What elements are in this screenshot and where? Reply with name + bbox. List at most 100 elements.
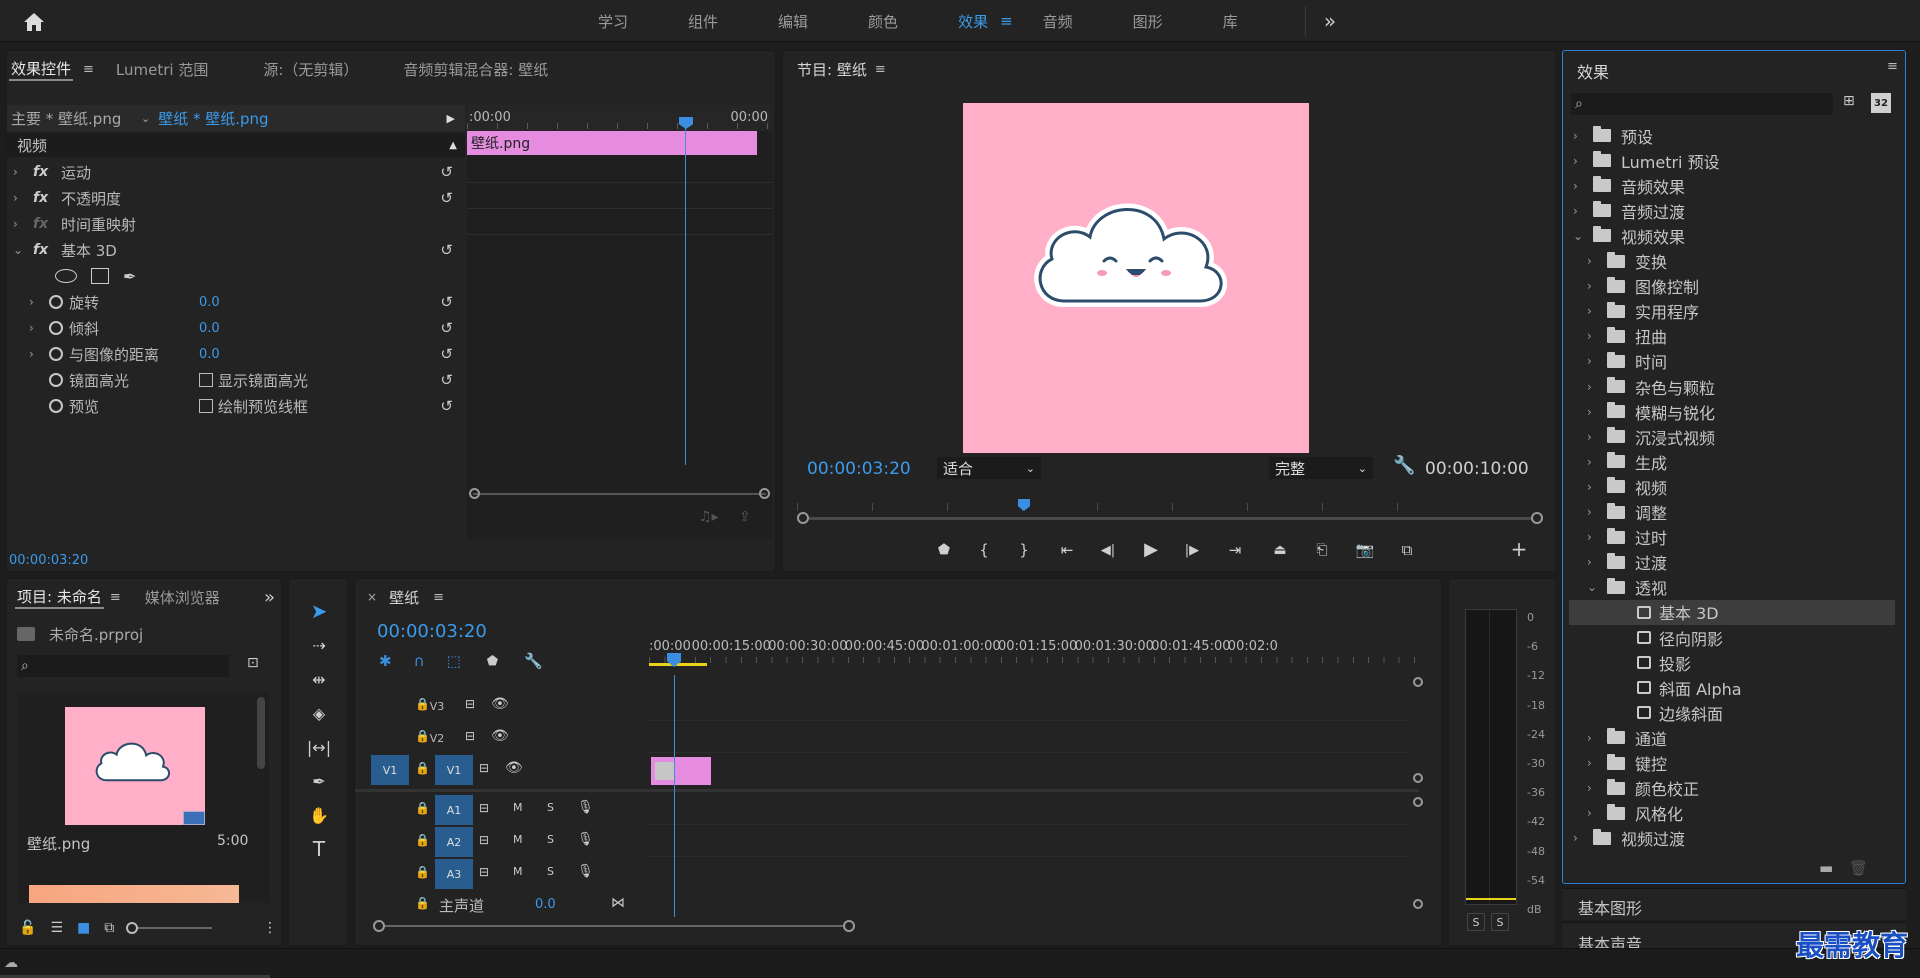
hand-tool-icon[interactable]: ✋ <box>305 801 333 829</box>
effects-tree-item[interactable]: › 变换 <box>1569 249 1895 274</box>
effects-tree-item[interactable]: › 通道 <box>1569 725 1895 750</box>
linked-selection-icon[interactable]: ⬚ <box>447 652 461 670</box>
expand-chevron-icon[interactable]: › <box>1587 756 1601 770</box>
tab-lumetri-scopes[interactable]: Lumetri 范围 <box>116 59 208 80</box>
wireframe-checkbox[interactable] <box>199 399 213 413</box>
expand-chevron-icon[interactable]: › <box>13 165 27 179</box>
expand-chevron-icon[interactable]: › <box>1587 405 1601 419</box>
collapse-section-icon[interactable]: ▲ <box>449 140 457 151</box>
track-target[interactable]: V2 <box>421 725 453 751</box>
fit-dropdown[interactable]: 适合 ⌄ <box>937 457 1041 479</box>
video-vscroll-top[interactable] <box>1413 677 1423 687</box>
settings-wrench-icon[interactable]: 🔧 <box>1393 455 1415 476</box>
program-zoom-bar[interactable] <box>803 517 1543 520</box>
mute-button[interactable]: M <box>513 801 523 814</box>
tab-project[interactable]: 项目: 未命名 <box>15 586 104 609</box>
effects-tree-item[interactable]: › 时间 <box>1569 349 1895 374</box>
timeline-ruler[interactable]: :00:00 00:00:15:00 00:00:30:00 00:00:45:00 0… <box>649 631 1419 667</box>
panel-menu-icon[interactable]: ≡ <box>83 62 94 77</box>
audio-vscroll-bottom[interactable] <box>1413 899 1423 909</box>
mark-out-icon[interactable]: } <box>1013 539 1035 561</box>
mark-in-icon[interactable]: { <box>973 539 995 561</box>
panel-menu-icon[interactable]: ≡ <box>875 62 886 77</box>
tab-source[interactable]: 源:（无剪辑） <box>263 59 358 80</box>
rectangle-mask-icon[interactable] <box>91 268 109 284</box>
expand-chevron-icon[interactable]: › <box>1587 731 1601 745</box>
panel-menu-icon[interactable]: ≡ <box>110 590 121 605</box>
program-playhead-timecode[interactable]: 00:00:03:20 <box>807 459 911 479</box>
play-audio-icon[interactable]: ♫▸ <box>699 509 719 525</box>
track-target[interactable]: A2 <box>435 827 473 857</box>
zoom-slider[interactable] <box>126 922 213 934</box>
tab-media-browser[interactable]: 媒体浏览器 <box>145 587 221 608</box>
solo-button[interactable]: S <box>547 833 554 846</box>
zoom-handle-left[interactable] <box>797 512 809 524</box>
mute-button[interactable]: M <box>513 865 523 878</box>
expand-chevron-icon[interactable]: › <box>1573 204 1587 218</box>
effects-tree-item[interactable]: › 键控 <box>1569 751 1895 776</box>
expand-chevron-icon[interactable]: › <box>29 321 43 335</box>
go-to-in-icon[interactable]: ⇤ <box>1055 539 1079 561</box>
scroll-handle-left[interactable] <box>469 488 480 499</box>
sync-lock-icon[interactable]: ⊟ <box>479 865 489 879</box>
effects-tree-item[interactable]: 径向阴影 <box>1569 625 1895 650</box>
track-lane[interactable] <box>649 723 1409 753</box>
expand-chevron-icon[interactable]: › <box>1587 279 1601 293</box>
essential-graphics-section[interactable]: 基本图形 <box>1562 888 1906 920</box>
step-back-icon[interactable]: ◀| <box>1097 539 1119 561</box>
sync-lock-icon[interactable]: ⊟ <box>479 801 489 815</box>
quality-dropdown[interactable]: 完整 ⌄ <box>1269 457 1373 479</box>
expand-chevron-icon[interactable]: › <box>29 347 43 361</box>
clip-dropdown-icon[interactable]: ⌄ <box>141 112 150 125</box>
microphone-icon[interactable]: 🎙 <box>577 832 594 847</box>
solo-left-button[interactable]: S <box>1467 913 1485 931</box>
expand-chevron-icon[interactable]: › <box>1587 430 1601 444</box>
effects-tree-item[interactable]: › 音频过渡 <box>1569 198 1895 223</box>
track-lane[interactable] <box>649 827 1409 857</box>
track-target[interactable]: V1 <box>435 755 473 785</box>
mute-button[interactable]: M <box>513 833 523 846</box>
effects-tree-item[interactable]: › 音频效果 <box>1569 173 1895 198</box>
track-lock-icon[interactable]: 🔒 <box>415 865 430 879</box>
project-item-thumbnail[interactable] <box>65 707 205 825</box>
expand-chevron-icon[interactable]: › <box>1573 831 1587 845</box>
param-value[interactable]: 0.0 <box>199 347 220 362</box>
effects-tree-item[interactable]: › 视频过渡 <box>1569 826 1895 851</box>
icon-view-icon[interactable]: ■ <box>77 920 90 936</box>
project-search-input[interactable] <box>32 658 229 674</box>
ellipse-mask-icon[interactable] <box>55 269 77 283</box>
master-value[interactable]: 0.0 <box>535 897 556 912</box>
workspace-audio[interactable]: 音频 <box>1031 11 1103 32</box>
track-lock-icon[interactable]: 🔒 <box>415 761 430 775</box>
more-panels-icon[interactable]: » <box>264 587 275 608</box>
effects-tree-item[interactable]: ⌄ 透视 <box>1569 575 1895 600</box>
pen-mask-icon[interactable]: ✒ <box>123 267 136 286</box>
selection-tool-icon[interactable]: ➤ <box>305 597 333 625</box>
effects-tree-item[interactable]: › 调整 <box>1569 500 1895 525</box>
effect-row-opacity[interactable]: › fx 不透明度 ↺ <box>7 185 465 211</box>
collapse-chevron-icon[interactable]: ⌄ <box>1573 229 1587 243</box>
track-lock-icon[interactable]: 🔒 <box>415 833 430 847</box>
workspace-libraries[interactable]: 库 <box>1193 11 1268 32</box>
effects-panel-title[interactable]: 效果 <box>1577 59 1609 83</box>
effects-tree-item[interactable]: › 过渡 <box>1569 550 1895 575</box>
compare-view-icon[interactable]: ⧉ <box>1395 539 1419 561</box>
type-tool-icon[interactable]: T <box>305 835 333 863</box>
track-target[interactable]: A1 <box>435 795 473 825</box>
workspace-color[interactable]: 颜色 <box>838 11 928 32</box>
project-item-thumbnail-2[interactable] <box>29 885 239 903</box>
more-options-icon[interactable]: ⋮ <box>263 920 277 936</box>
snap-icon[interactable]: ∩ <box>414 652 425 670</box>
effects-tree-item[interactable]: › 预设 <box>1569 123 1895 148</box>
track-lock-icon[interactable]: 🔒 <box>415 801 430 815</box>
hscroll-handle-right[interactable] <box>843 920 855 932</box>
reset-icon[interactable]: ↺ <box>440 371 453 389</box>
expand-timeline-icon[interactable]: ▶ <box>447 112 455 125</box>
reset-icon[interactable]: ↺ <box>440 397 453 415</box>
effect-row-time-remap[interactable]: › fx 时间重映射 <box>7 211 465 237</box>
export-frame-icon[interactable]: 📷 <box>1353 539 1377 561</box>
stopwatch-icon[interactable] <box>49 321 63 335</box>
lock-icon[interactable]: 🔓 <box>19 920 36 936</box>
mini-scrollbar[interactable] <box>473 493 766 495</box>
expand-chevron-icon[interactable]: › <box>1587 304 1601 318</box>
